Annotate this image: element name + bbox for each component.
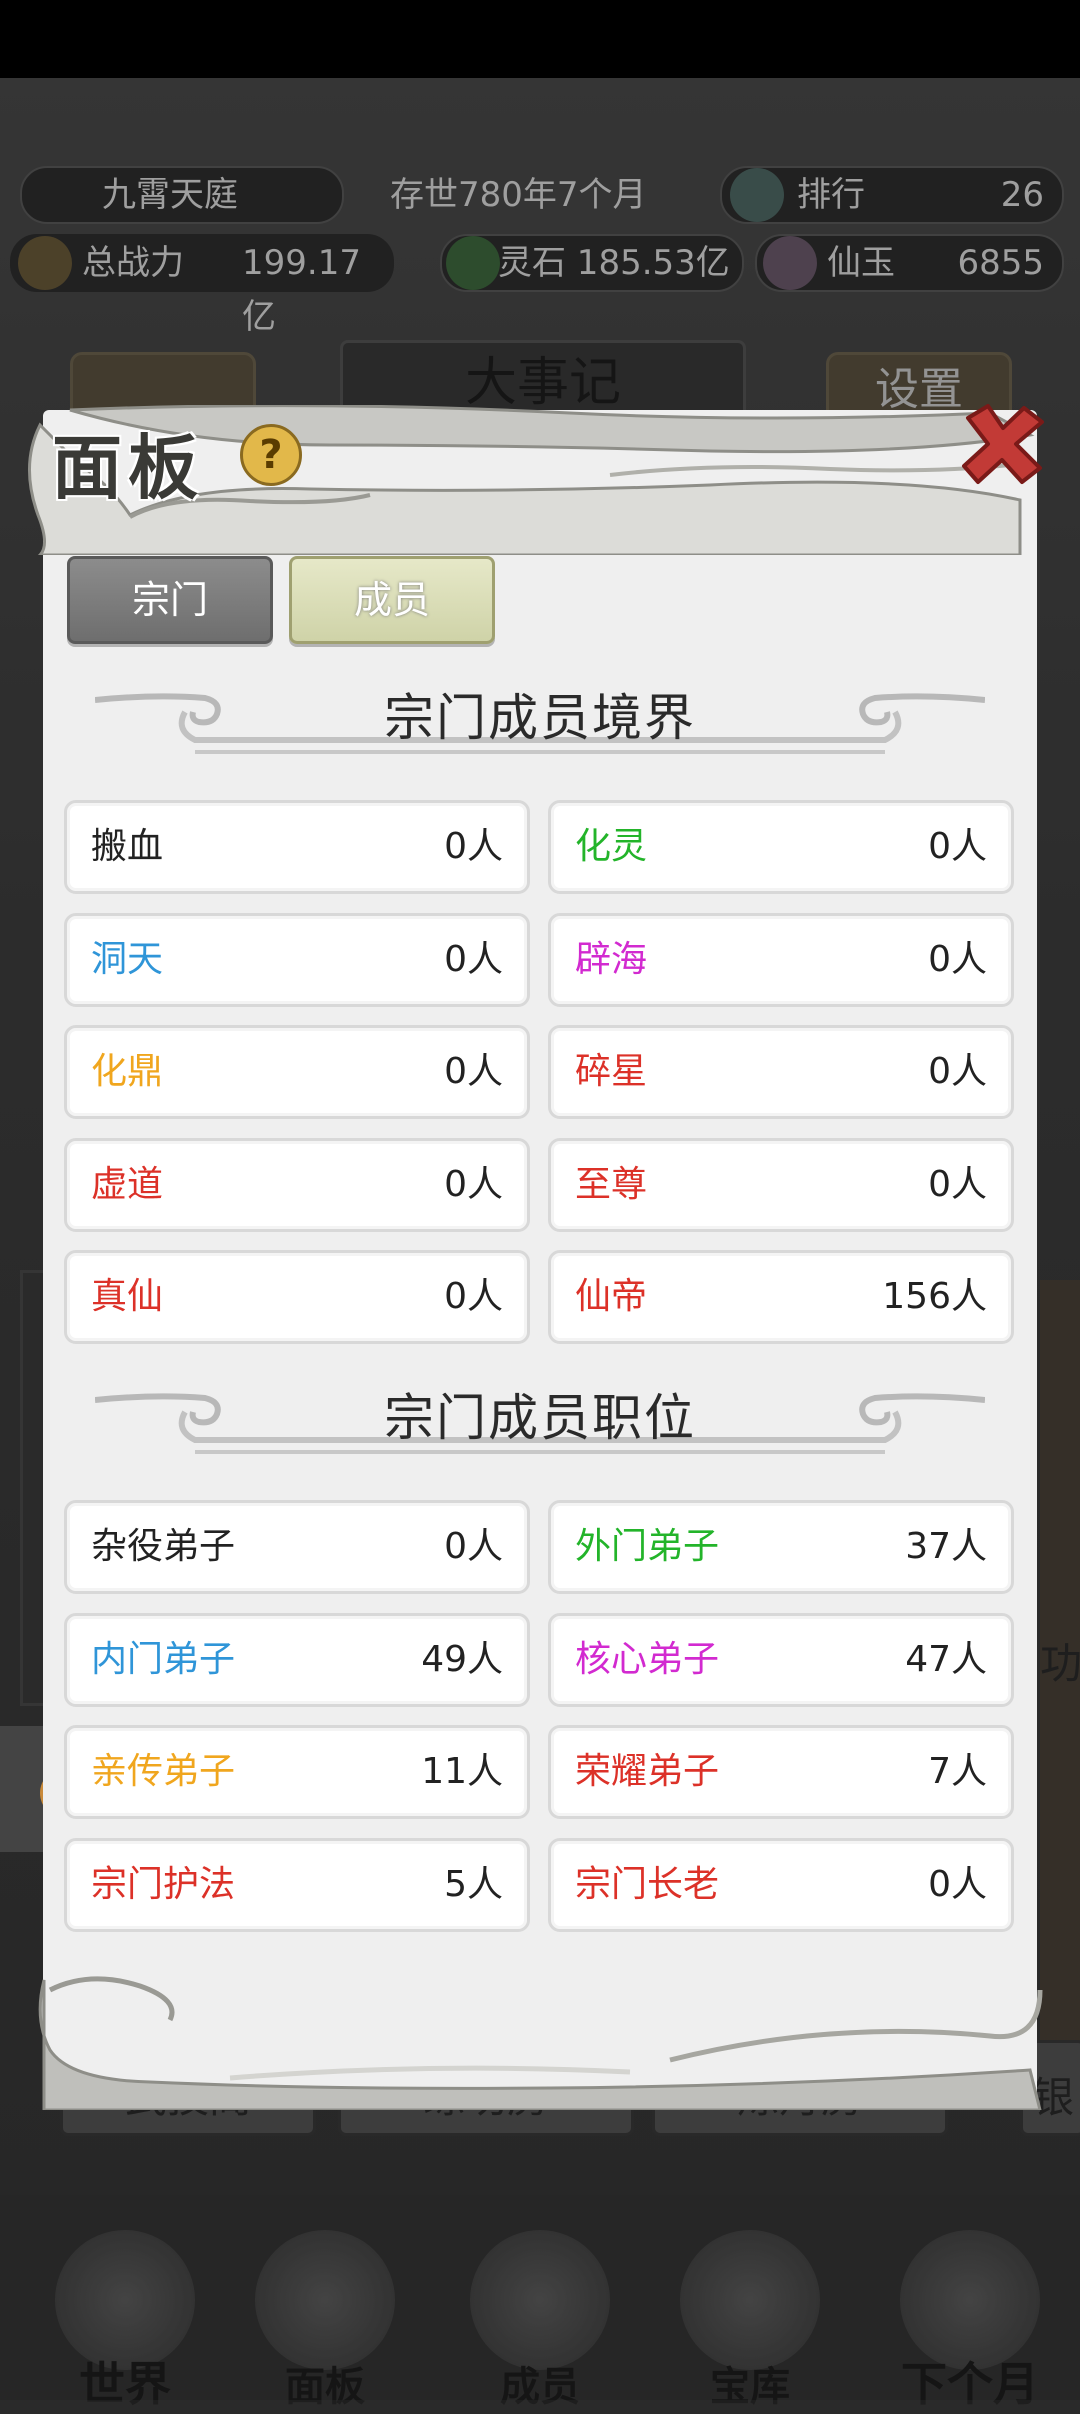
- position-count: 11人: [421, 1751, 503, 1792]
- realm-card: 虚道 0人: [64, 1137, 530, 1232]
- position-card: 荣耀弟子 7人: [548, 1725, 1014, 1819]
- realm-count: 0人: [444, 1163, 503, 1205]
- realm-card: 辟海 0人: [548, 912, 1014, 1007]
- status-bar: [0, 0, 1080, 78]
- position-name: 杂役弟子: [91, 1526, 236, 1567]
- realm-name: 化灵: [575, 826, 648, 867]
- tab-sect[interactable]: 宗门: [67, 556, 273, 644]
- position-name: 外门弟子: [575, 1526, 720, 1567]
- position-count: 7人: [928, 1751, 987, 1792]
- position-name: 内门弟子: [91, 1638, 236, 1680]
- realm-count: 0人: [928, 1051, 987, 1092]
- realm-count: 0人: [928, 826, 987, 867]
- position-count: 0人: [928, 1863, 987, 1905]
- realm-card: 化鼎 0人: [64, 1025, 530, 1119]
- position-card: 内门弟子 49人: [64, 1612, 530, 1707]
- position-card: 宗门护法 5人: [64, 1837, 530, 1932]
- position-card: 外门弟子 37人: [548, 1500, 1014, 1594]
- position-name: 宗门护法: [91, 1863, 236, 1905]
- realm-count: 0人: [444, 938, 503, 980]
- realm-name: 仙帝: [575, 1276, 648, 1317]
- position-name: 亲传弟子: [91, 1751, 236, 1792]
- position-count: 5人: [444, 1863, 503, 1905]
- realm-name: 化鼎: [91, 1051, 164, 1092]
- position-name: 宗门长老: [575, 1863, 720, 1905]
- position-count: 47人: [905, 1638, 987, 1680]
- position-count: 37人: [905, 1526, 987, 1567]
- realm-count: 0人: [928, 938, 987, 980]
- position-count: 49人: [421, 1638, 503, 1680]
- position-name: 核心弟子: [575, 1638, 720, 1680]
- position-section-title: 宗门成员职位: [384, 1389, 696, 1447]
- realm-name: 辟海: [575, 938, 648, 980]
- tab-members[interactable]: 成员: [289, 556, 495, 644]
- realm-section-title: 宗门成员境界: [384, 689, 696, 747]
- realm-count: 0人: [444, 1051, 503, 1092]
- realm-count: 0人: [928, 1163, 987, 1205]
- panel-bottom-cloud-frame: [38, 1976, 1043, 2110]
- realm-count: 0人: [444, 826, 503, 867]
- realm-name: 碎星: [575, 1051, 648, 1092]
- position-name: 荣耀弟子: [575, 1751, 720, 1792]
- realm-card: 真仙 0人: [64, 1250, 530, 1344]
- realm-card: 洞天 0人: [64, 912, 530, 1007]
- realm-card: 仙帝 156人: [548, 1250, 1014, 1344]
- realm-card: 化灵 0人: [548, 800, 1014, 894]
- panel-title: 面板: [52, 426, 204, 509]
- realm-card: 搬血 0人: [64, 800, 530, 894]
- realm-card: 至尊 0人: [548, 1137, 1014, 1232]
- realm-name: 虚道: [91, 1163, 164, 1205]
- realm-name: 至尊: [575, 1163, 648, 1205]
- realm-name: 搬血: [91, 826, 164, 867]
- position-count: 0人: [444, 1526, 503, 1567]
- close-icon[interactable]: [958, 398, 1048, 488]
- realm-count: 0人: [444, 1276, 503, 1317]
- realm-count: 156人: [882, 1276, 987, 1317]
- realm-name: 洞天: [91, 938, 164, 980]
- help-icon[interactable]: ?: [240, 424, 302, 486]
- position-card: 核心弟子 47人: [548, 1612, 1014, 1707]
- position-card: 杂役弟子 0人: [64, 1500, 530, 1594]
- position-card: 宗门长老 0人: [548, 1837, 1014, 1932]
- realm-card: 碎星 0人: [548, 1025, 1014, 1119]
- realm-name: 真仙: [91, 1276, 164, 1317]
- position-card: 亲传弟子 11人: [64, 1725, 530, 1819]
